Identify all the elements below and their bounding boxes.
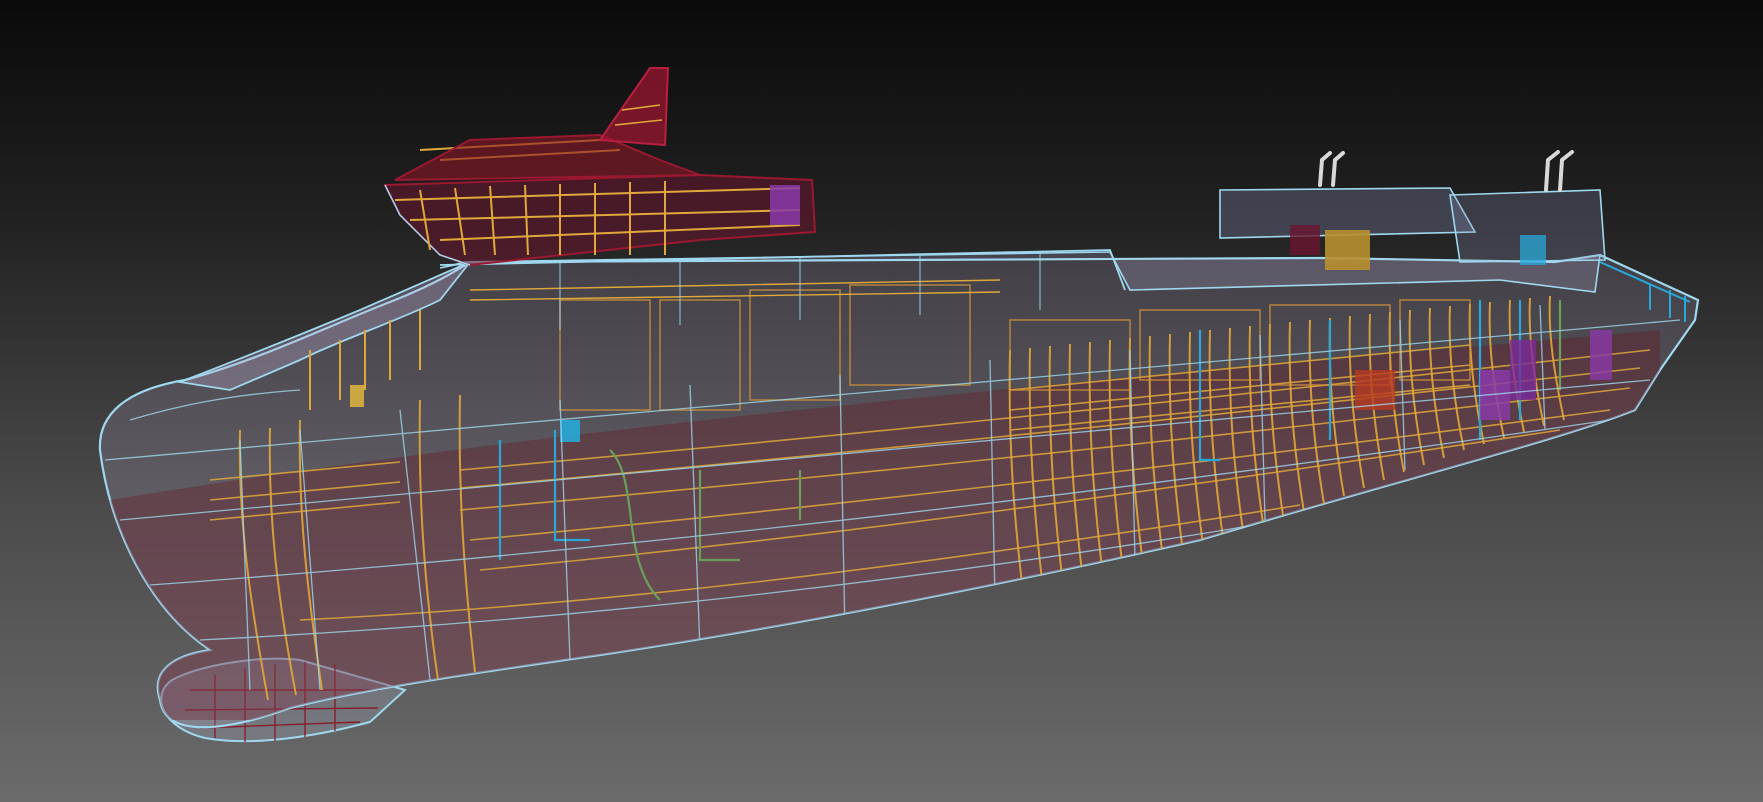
bridge-house	[383, 67, 817, 267]
exhaust-stacks	[1318, 150, 1574, 192]
3d-viewport[interactable]	[0, 0, 1763, 802]
ship-wireframe-model[interactable]	[0, 0, 1763, 802]
